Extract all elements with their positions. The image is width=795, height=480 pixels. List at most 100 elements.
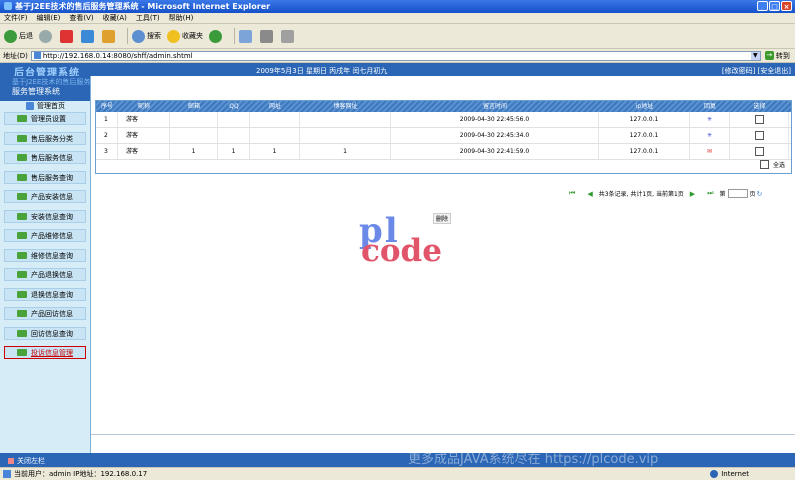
sidebar-item[interactable]: 回访信息查询 — [4, 327, 86, 340]
forward-button[interactable] — [39, 29, 54, 43]
folder-icon — [17, 193, 27, 200]
table-cell: 127.0.0.1 — [599, 112, 690, 127]
table-cell — [300, 112, 391, 127]
sidebar-item[interactable]: 安装信息查询 — [4, 210, 86, 223]
first-page-icon[interactable]: ⏮ — [569, 189, 575, 198]
row-select — [730, 144, 789, 159]
back-button[interactable]: 后退 — [4, 29, 33, 43]
row-checkbox[interactable] — [754, 131, 764, 140]
sidebar-item[interactable]: 退换信息查询 — [4, 288, 86, 301]
sidebar-item[interactable]: 售后服务分类 — [4, 132, 86, 145]
folder-icon — [17, 349, 27, 356]
reply-icon[interactable]: ✳ — [690, 128, 730, 143]
col-header: 昵称 — [137, 103, 150, 110]
table-cell: 127.0.0.1 — [599, 144, 690, 159]
home-button[interactable] — [102, 29, 117, 43]
status-zone: Internet — [710, 470, 749, 478]
table-cell — [300, 128, 391, 143]
main-content: 序号 昵称 邮箱 QQ 网址 博客网址 留言时间 ip地址 回复 选择 1 游客 2… — [91, 76, 795, 453]
select-all[interactable]: 全选 — [759, 160, 785, 169]
row-select — [730, 128, 789, 143]
sidebar-item[interactable]: 产品退换信息 — [4, 268, 86, 281]
sidebar-item[interactable]: 维修信息查询 — [4, 249, 86, 262]
edit-button[interactable] — [281, 29, 296, 43]
table-cell: 2 — [96, 128, 118, 143]
sidebar-item-label: 售后服务查询 — [31, 173, 73, 182]
row-checkbox[interactable] — [754, 147, 764, 156]
sidebar-item-label: 安装信息查询 — [31, 212, 73, 221]
goto-icon[interactable]: ↻ — [757, 190, 763, 198]
sidebar-item[interactable]: 售后服务查询 — [4, 171, 86, 184]
stop-button[interactable] — [60, 29, 75, 43]
go-button[interactable]: → 转到 — [764, 51, 790, 61]
folder-icon — [17, 330, 27, 337]
refresh-button[interactable] — [81, 29, 96, 43]
window-title: 基于J2EE技术的售后服务管理系统 - Microsoft Internet E… — [4, 0, 270, 13]
sidebar-item[interactable]: 产品维修信息 — [4, 229, 86, 242]
header-links[interactable]: [修改密码] [安全退出] — [722, 66, 791, 76]
table-cell: 游客 — [118, 144, 170, 159]
sidebar-item[interactable]: 管理员设置 — [4, 112, 86, 125]
menu-favorites[interactable]: 收藏(A) — [103, 13, 127, 23]
chevron-down-icon[interactable]: ▼ — [750, 51, 760, 60]
menu-file[interactable]: 文件(F) — [4, 13, 28, 23]
favorites-button[interactable]: 收藏夹 — [167, 29, 203, 43]
folder-icon — [17, 115, 27, 122]
close-button[interactable]: × — [781, 1, 792, 11]
toolbar-separator — [234, 28, 235, 44]
sidebar-item-label: 产品退换信息 — [31, 270, 73, 279]
col-header: 邮箱 — [187, 103, 200, 110]
sidebar-item[interactable]: 产品回访信息 — [4, 307, 86, 320]
table-cell — [250, 128, 300, 143]
sidebar-item-label: 维修信息查询 — [31, 251, 73, 260]
col-header: 回复 — [703, 103, 716, 110]
header-date: 2009年5月3日 星期日 丙戌年 闰七月初九 — [256, 67, 388, 75]
last-page-icon[interactable]: ⏭ — [707, 189, 713, 198]
row-select — [730, 112, 789, 127]
next-page-icon[interactable]: ▶ — [690, 190, 695, 198]
print-button[interactable] — [260, 29, 275, 43]
history-button[interactable] — [209, 29, 224, 43]
sidebar-item[interactable]: 投诉信息管理 — [4, 346, 86, 359]
sidebar-home-link[interactable]: 管理首页 — [26, 101, 65, 111]
folder-icon — [17, 271, 27, 278]
sidebar-item-label: 退换信息查询 — [31, 290, 73, 299]
page-icon — [33, 52, 41, 59]
sidebar-item[interactable]: 售后服务信息 — [4, 151, 86, 164]
reply-icon[interactable]: ✳ — [690, 112, 730, 127]
select-all-checkbox[interactable] — [759, 160, 769, 169]
col-header: 博客网址 — [333, 103, 358, 110]
mail-icon — [239, 29, 252, 43]
menu-tools[interactable]: 工具(T) — [136, 13, 160, 23]
folder-icon — [17, 232, 27, 239]
folder-icon — [17, 174, 27, 181]
menu-edit[interactable]: 编辑(E) — [37, 13, 61, 23]
table-cell: 1 — [250, 144, 300, 159]
table-cell: 3 — [96, 144, 118, 159]
sidebar-header: 基于J2EE技术的售后服务 服务管理系统 — [0, 76, 90, 101]
maximize-button[interactable]: □ — [769, 1, 780, 11]
folder-icon — [17, 213, 27, 220]
minimize-button[interactable]: _ — [757, 1, 768, 11]
search-button[interactable]: 搜索 — [132, 29, 161, 43]
sidebar-item-label: 产品回访信息 — [31, 309, 73, 318]
folder-icon — [17, 135, 27, 142]
folder-icon — [17, 291, 27, 298]
close-left-panel-button[interactable]: 关闭左栏 — [8, 456, 45, 466]
mail-button[interactable] — [239, 29, 254, 43]
sidebar-item-label: 产品维修信息 — [31, 231, 73, 240]
forward-arrow-icon — [39, 29, 52, 43]
goto-page-input[interactable] — [727, 189, 748, 198]
menu-help[interactable]: 帮助(H) — [169, 13, 194, 23]
delete-button[interactable]: 删除 — [433, 213, 452, 224]
address-bar: 地址(D) http://192.168.0.14:8080/shff/admi… — [0, 49, 795, 63]
table-row: 2 游客 2009-04-30 22:45:34.0 127.0.0.1 ✳ — [96, 128, 791, 144]
row-checkbox[interactable] — [754, 115, 764, 124]
address-input[interactable]: http://192.168.0.14:8080/shff/admin.shtm… — [30, 50, 761, 61]
prev-page-icon[interactable]: ◀ — [587, 190, 592, 198]
reply-icon[interactable]: ✉ — [690, 144, 730, 159]
col-header: ip地址 — [635, 103, 654, 110]
menu-view[interactable]: 查看(V) — [69, 13, 93, 23]
ie-icon — [4, 2, 12, 10]
sidebar-item[interactable]: 产品安装信息 — [4, 190, 86, 203]
